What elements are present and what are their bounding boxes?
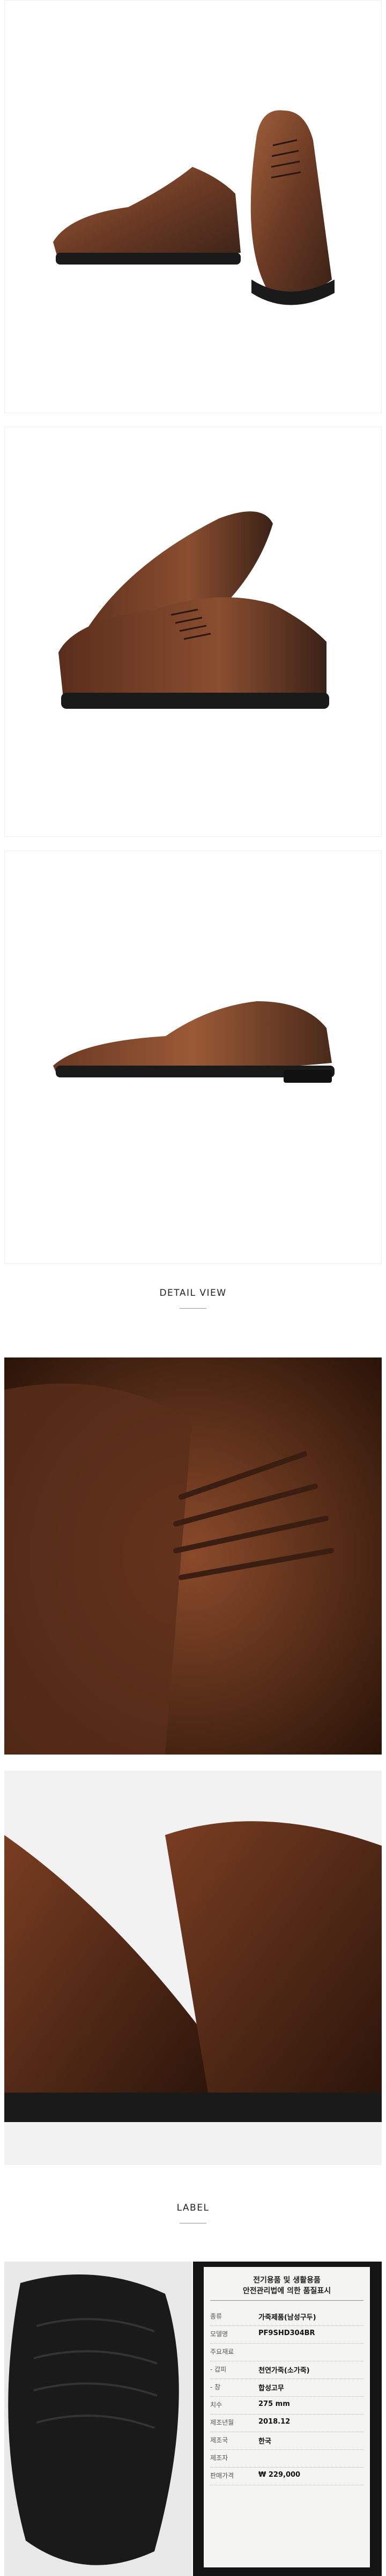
label-row: - 창 합성고무 [210,2379,363,2397]
label-row-value: 2018.12 [258,2418,291,2426]
label-row-value: 275 mm [258,2400,290,2408]
laces-closeup-image [4,1357,382,1755]
label-row-key: 모델명 [210,2330,228,2338]
label-row-value: ₩ 229,000 [258,2471,301,2479]
shoe-pair-image [53,110,335,305]
label-row-value: 천연가죽(소가죽) [258,2367,310,2375]
detail-photo-laces [4,1357,382,1755]
detail-photo-toe-sole [4,1771,382,2165]
shoe-pair-stacked-image [58,511,329,709]
label-row: 제조자 [210,2450,363,2468]
label-row-key: 종류 [210,2313,222,2320]
label-row: 모델명 PF9SHD304BR [210,2326,363,2344]
label-row: 제조국 한국 [210,2432,363,2450]
label-section: 전기용품 및 생활용품 안전관리법에 의한 품질표시 종류 가죽제품(남성구두) 모… [4,2262,382,2576]
product-photo-pair-stacked [4,427,382,837]
label-row-value [258,2347,363,2358]
toe-sole-closeup-image [4,1771,382,2165]
product-label-sheet: 전기용품 및 생활용품 안전관리법에 의한 품질표시 종류 가죽제품(남성구두) 모… [193,2262,382,2576]
label-row-key: 제조자 [210,2454,228,2462]
label-row-key: - 창 [210,2383,221,2391]
product-photo-pair-angled [4,0,382,413]
label-row-key: 제조국 [210,2436,228,2444]
label-row: 종류 가죽제품(남성구두) [210,2308,363,2326]
section-divider [180,1308,206,1309]
label-row-key: - 갑피 [210,2366,227,2373]
label-row: 주요재료 [210,2344,363,2361]
label-row: 판매가격 ₩ 229,000 [210,2468,363,2485]
label-row: - 갑피 천연가죽(소가죽) [210,2361,363,2379]
label-row: 치수 275 mm [210,2397,363,2414]
label-header-line2: 안전관리법에 의한 품질표시 [210,2285,363,2301]
label-row-value: 가죽제품(남성구두) [258,2314,316,2322]
section-title-label: LABEL [176,2203,210,2213]
label-header-line1: 전기용품 및 생활용품 [253,2276,321,2285]
outsole-photo [4,2262,192,2576]
label-row-value: 합성고무 [258,2384,284,2392]
shoe-side-image [53,1001,335,1083]
label-row-key: 치수 [210,2401,222,2409]
label-card: 전기용품 및 생활용품 안전관리법에 의한 품질표시 종류 가죽제품(남성구두) 모… [204,2267,370,2567]
product-photo-side-view [4,850,382,1264]
label-rows: 종류 가죽제품(남성구두) 모델명 PF9SHD304BR 주요재료 - 갑피 천연가죽(소… [210,2308,363,2485]
label-row-key: 주요재료 [210,2348,234,2355]
label-row-value: PF9SHD304BR [258,2329,315,2337]
label-row-value: 한국 [258,2438,271,2446]
label-row-key: 제조년월 [210,2419,234,2426]
label-row-value [258,2453,363,2464]
section-title-detail-view: DETAIL VIEW [159,1288,227,1298]
label-row-key: 판매가격 [210,2472,234,2479]
label-row: 제조년월 2018.12 [210,2414,363,2432]
outsole-image [8,2274,179,2565]
